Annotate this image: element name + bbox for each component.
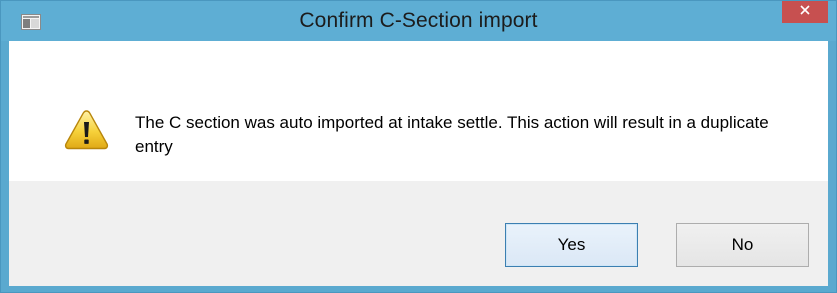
close-icon bbox=[799, 3, 811, 21]
title-bar[interactable]: Confirm C-Section import bbox=[1, 1, 836, 41]
message-area: The C section was auto imported at intak… bbox=[9, 41, 828, 181]
dialog-message: The C section was auto imported at intak… bbox=[135, 113, 769, 156]
yes-button[interactable]: Yes bbox=[505, 223, 638, 267]
close-button[interactable] bbox=[782, 1, 828, 23]
no-button[interactable]: No bbox=[676, 223, 809, 267]
warning-icon bbox=[64, 109, 109, 150]
dialog-window: Confirm C-Section import The C section w… bbox=[0, 0, 837, 293]
dialog-title: Confirm C-Section import bbox=[299, 9, 538, 32]
